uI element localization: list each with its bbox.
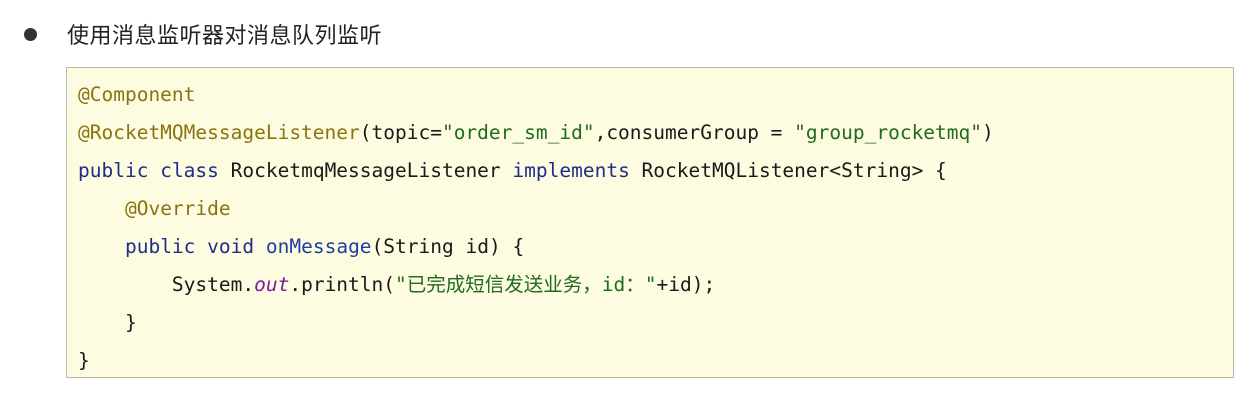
code-token: implements	[512, 159, 630, 182]
code-line-8: }	[78, 342, 90, 380]
code-token: )	[982, 121, 994, 144]
code-token: ,consumerGroup =	[594, 121, 795, 144]
code-token: public	[78, 159, 149, 182]
code-line-7: }	[78, 304, 137, 342]
code-token: }	[78, 349, 90, 372]
code-token: (topic=	[359, 121, 442, 144]
code-token: "order_sm_id"	[441, 121, 595, 144]
code-line-3: public class RocketmqMessageListener imp…	[78, 152, 947, 190]
bullet-heading-text: 使用消息监听器对消息队列监听	[67, 24, 383, 49]
code-line-2: @RocketMQMessageListener(topic="order_sm…	[78, 114, 994, 152]
code-token: .println(	[289, 273, 396, 296]
code-token: System.	[78, 273, 255, 296]
code-token: RocketMQListener<String> {	[629, 159, 947, 182]
code-token: }	[78, 311, 137, 334]
bullet-dot-icon	[24, 27, 37, 41]
code-line-5: public void onMessage(String id) {	[78, 228, 524, 266]
code-token: @Component	[78, 83, 196, 106]
code-line-4: @Override	[78, 190, 231, 228]
code-token: public	[124, 235, 196, 258]
bullet-item: 使用消息监听器对消息队列监听	[24, 14, 382, 54]
code-block[interactable]: @Component @RocketMQMessageListener(topi…	[66, 67, 1234, 378]
code-token: "group_rocketmq"	[794, 121, 983, 144]
code-token: class	[160, 159, 219, 182]
code-token: @RocketMQMessageListener	[78, 121, 360, 144]
code-token: @Override	[124, 197, 231, 220]
code-token: void	[207, 235, 255, 258]
code-token: onMessage	[265, 235, 372, 258]
code-token: RocketmqMessageListener	[218, 159, 513, 182]
code-line-1: @Component	[78, 76, 195, 114]
code-token: +id);	[656, 273, 716, 296]
code-line-6: System.out.println("已完成短信发送业务，id："+id);	[78, 266, 715, 304]
code-token: "已完成短信发送业务，id："	[395, 273, 657, 296]
code-token: (String id) {	[371, 235, 525, 258]
code-token: out	[254, 273, 290, 296]
